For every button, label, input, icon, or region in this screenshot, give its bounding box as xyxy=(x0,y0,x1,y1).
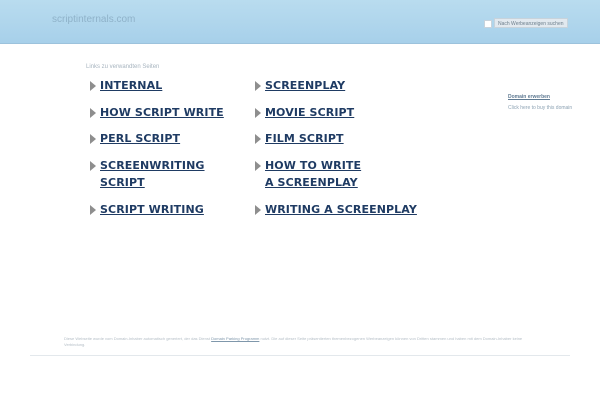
related-link-screenwriting-script[interactable]: SCREENWRITING SCRIPT xyxy=(90,157,245,191)
buy-domain-subtext[interactable]: Click here to buy this domain xyxy=(508,105,578,111)
related-link-perl-script[interactable]: PERL SCRIPT xyxy=(90,130,245,147)
related-link-label: HOW SCRIPT WRITE xyxy=(100,106,224,119)
header-bar: scriptinternals.com Nach Werbeanzeigen s… xyxy=(0,0,600,44)
related-link-label: SCREENWRITING SCRIPT xyxy=(100,159,205,189)
footer-disclaimer: Diese Webseite wurde vom Domain-Inhaber … xyxy=(64,336,534,348)
related-link-label: INTERNAL xyxy=(100,79,163,92)
related-link-label: SCRIPT WRITING xyxy=(100,203,204,216)
arrow-right-icon xyxy=(255,205,261,215)
related-link-how-script-write[interactable]: HOW SCRIPT WRITE xyxy=(90,104,245,121)
related-link-film-script[interactable]: FILM SCRIPT xyxy=(255,130,430,147)
arrow-right-icon xyxy=(90,134,96,144)
related-link-script-writing[interactable]: SCRIPT WRITING xyxy=(90,201,245,218)
related-link-label: FILM SCRIPT xyxy=(265,132,344,145)
related-link-label: WRITING A SCREENPLAY xyxy=(265,203,417,216)
related-link-movie-script[interactable]: MOVIE SCRIPT xyxy=(255,104,430,121)
footer-text-before: Diese Webseite wurde vom Domain-Inhaber … xyxy=(64,336,210,341)
search-checkbox[interactable] xyxy=(484,20,492,28)
arrow-right-icon xyxy=(90,205,96,215)
related-link-label: PERL SCRIPT xyxy=(100,132,181,145)
related-link-label: HOW TO WRITE A SCREENPLAY xyxy=(265,159,362,189)
arrow-right-icon xyxy=(90,81,96,91)
related-link-writing-a-screenplay[interactable]: WRITING A SCREENPLAY xyxy=(255,201,430,218)
search-ads-button[interactable]: Nach Werbeanzeigen suchen xyxy=(494,18,568,28)
related-link-label: MOVIE SCRIPT xyxy=(265,106,355,119)
buy-domain-link[interactable]: Domain erwerben xyxy=(508,94,578,100)
domain-purchase-box: Domain erwerben Click here to buy this d… xyxy=(508,94,578,111)
arrow-right-icon xyxy=(90,161,96,171)
arrow-right-icon xyxy=(255,81,261,91)
related-link-screenplay[interactable]: SCREENPLAY xyxy=(255,77,430,94)
related-links-heading: Links zu verwandten Seiten xyxy=(86,64,160,70)
footer-divider xyxy=(30,355,570,356)
arrow-right-icon xyxy=(90,108,96,118)
related-link-internal[interactable]: INTERNAL xyxy=(90,77,245,94)
arrow-right-icon xyxy=(255,161,261,171)
domain-parking-link[interactable]: Domain Parking Programm xyxy=(211,336,259,341)
arrow-right-icon xyxy=(255,108,261,118)
related-link-how-to-write-a-screenplay[interactable]: HOW TO WRITE A SCREENPLAY xyxy=(255,157,370,191)
site-title[interactable]: scriptinternals.com xyxy=(52,14,135,25)
arrow-right-icon xyxy=(255,134,261,144)
related-link-label: SCREENPLAY xyxy=(265,79,346,92)
